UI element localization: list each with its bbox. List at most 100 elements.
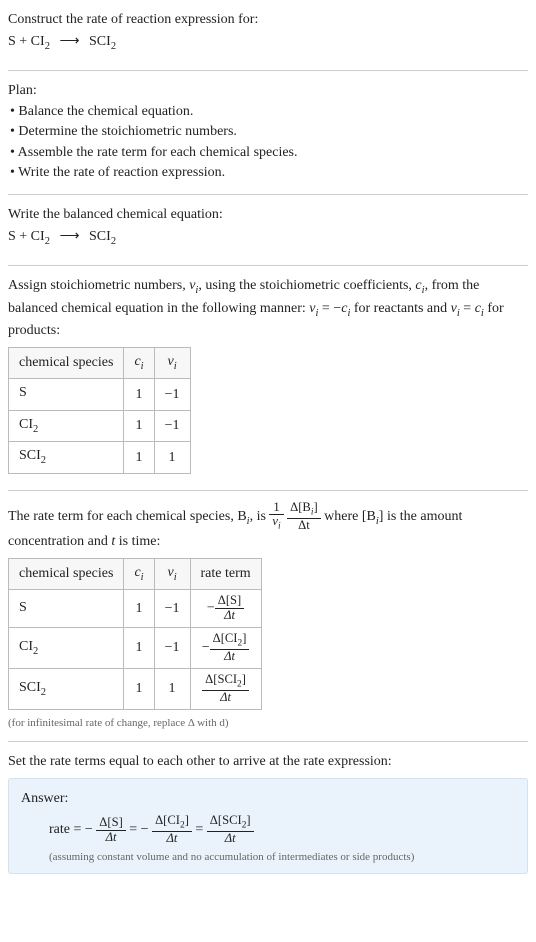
term2: Δ[CI2]Δt — [152, 814, 192, 846]
balanced-lhs-sub: 2 — [45, 235, 50, 246]
rate-fraction: Δ[S]Δt — [215, 594, 245, 623]
vi-cell: 1 — [154, 668, 190, 709]
balanced-lhs: S + CI — [8, 229, 45, 244]
rate-cell: −Δ[CI2]Δt — [190, 628, 261, 669]
table-header-row: chemical species ci νi — [9, 347, 191, 378]
rateterm-table: chemical species ci νi rate term S 1 −1 … — [8, 558, 262, 710]
plan-section: Plan: • Balance the chemical equation. •… — [8, 75, 528, 190]
text-fragment: where [B — [324, 509, 376, 524]
fraction-numerator: Δ[SCI2] — [202, 673, 249, 691]
reaction-arrow: ⟶ — [53, 34, 85, 49]
plan-item: • Assemble the rate term for each chemic… — [10, 143, 528, 163]
fraction-numerator: Δ[S] — [215, 594, 245, 609]
delta-text: Δ[B — [290, 500, 311, 514]
fraction-numerator: Δ[CI2] — [210, 632, 250, 650]
rate-fraction: Δ[SCI2]Δt — [202, 673, 249, 705]
species-name: SCI — [19, 448, 41, 463]
i-subscript: i — [141, 572, 144, 583]
close-bracket: ] — [313, 500, 317, 514]
i-subscript: i — [174, 360, 177, 371]
num-text: Δ[CI — [155, 813, 180, 827]
text-fragment: , is — [250, 509, 270, 524]
plan-item: • Determine the stoichiometric numbers. — [10, 122, 528, 142]
prompt-text: Construct the rate of reaction expressio… — [8, 10, 528, 30]
table-header-row: chemical species ci νi rate term — [9, 558, 262, 589]
species-cell: SCI2 — [9, 668, 124, 709]
i-subscript: i — [174, 572, 177, 583]
num-text: Δ[CI — [213, 631, 238, 645]
final-intro: Set the rate terms equal to each other t… — [8, 752, 528, 772]
vi-cell: −1 — [154, 410, 190, 441]
text-fragment: for reactants and — [350, 301, 450, 316]
rate-cell: Δ[SCI2]Δt — [190, 668, 261, 709]
table-row: SCI2 1 1 Δ[SCI2]Δt — [9, 668, 262, 709]
term1: Δ[S]Δt — [96, 816, 126, 845]
final-section: Set the rate terms equal to each other t… — [8, 746, 528, 880]
divider — [8, 265, 528, 266]
equals: = — [195, 822, 206, 837]
species-sub: 2 — [33, 423, 38, 434]
vi-cell: 1 — [154, 442, 190, 473]
divider — [8, 741, 528, 742]
balanced-section: Write the balanced chemical equation: S … — [8, 199, 528, 261]
text-fragment: The rate term for each chemical species,… — [8, 509, 247, 524]
fraction-denominator: Δt — [96, 831, 126, 845]
text-fragment: , using the stoichiometric coefficients, — [198, 278, 415, 293]
prompt-section: Construct the rate of reaction expressio… — [8, 4, 528, 66]
reaction-lhs: S + CI — [8, 34, 45, 49]
text-fragment: is time: — [115, 534, 160, 549]
rate-prefix: rate = − — [49, 822, 93, 837]
fraction-numerator: Δ[CI2] — [152, 814, 192, 832]
col-rate: rate term — [190, 558, 261, 589]
i-subscript: i — [141, 360, 144, 371]
reaction-lhs-sub: 2 — [45, 40, 50, 51]
species-cell: SCI2 — [9, 442, 124, 473]
close-bracket: ] — [242, 631, 246, 645]
col-ci: ci — [124, 558, 154, 589]
reaction-rhs: SCI — [89, 34, 111, 49]
species-cell: CI2 — [9, 628, 124, 669]
stoich-section: Assign stoichiometric numbers, νi, using… — [8, 270, 528, 486]
fraction-denominator: Δt — [215, 609, 245, 623]
balanced-rhs-sub: 2 — [111, 235, 116, 246]
fraction-denominator: Δt — [152, 832, 192, 846]
fraction-denominator: Δt — [287, 519, 321, 533]
divider — [8, 194, 528, 195]
species-sub: 2 — [33, 646, 38, 657]
plan-item: • Write the rate of reaction expression. — [10, 163, 528, 183]
dBi-over-dt: Δ[Bi] Δt — [287, 501, 321, 533]
plan-item: • Balance the chemical equation. — [10, 102, 528, 122]
fraction-numerator: Δ[S] — [96, 816, 126, 831]
table-row: SCI2 1 1 — [9, 442, 191, 473]
species-cell: S — [9, 590, 124, 628]
ci-cell: 1 — [124, 590, 154, 628]
fraction-denominator: Δt — [202, 691, 249, 705]
vi-cell: −1 — [154, 628, 190, 669]
plan-title: Plan: — [8, 81, 528, 101]
neg-sign: − — [207, 601, 215, 616]
text-fragment: = − — [318, 301, 341, 316]
rateterm-paragraph: The rate term for each chemical species,… — [8, 501, 528, 552]
species-name: S — [19, 385, 27, 400]
col-species: chemical species — [9, 347, 124, 378]
close-bracket: ] — [242, 672, 246, 686]
vi-cell: −1 — [154, 590, 190, 628]
species-name: CI — [19, 639, 33, 654]
col-ci: ci — [124, 347, 154, 378]
reaction-equation: S + CI2 ⟶ SCI2 — [8, 32, 528, 54]
reaction-rhs-sub: 2 — [111, 40, 116, 51]
stoich-paragraph: Assign stoichiometric numbers, νi, using… — [8, 276, 528, 341]
balanced-intro: Write the balanced chemical equation: — [8, 205, 528, 225]
rateterm-section: The rate term for each chemical species,… — [8, 495, 528, 737]
species-sub: 2 — [41, 455, 46, 466]
ci-cell: 1 — [124, 442, 154, 473]
col-species: chemical species — [9, 558, 124, 589]
close-bracket: ] — [246, 813, 250, 827]
answer-block: Answer: rate = − Δ[S]Δt = − Δ[CI2]Δt = Δ… — [8, 778, 528, 875]
balanced-rhs: SCI — [89, 229, 111, 244]
fraction-denominator: Δt — [207, 832, 254, 846]
divider — [8, 490, 528, 491]
ci-cell: 1 — [124, 379, 154, 410]
divider — [8, 70, 528, 71]
fraction-denominator: νi — [269, 515, 283, 532]
